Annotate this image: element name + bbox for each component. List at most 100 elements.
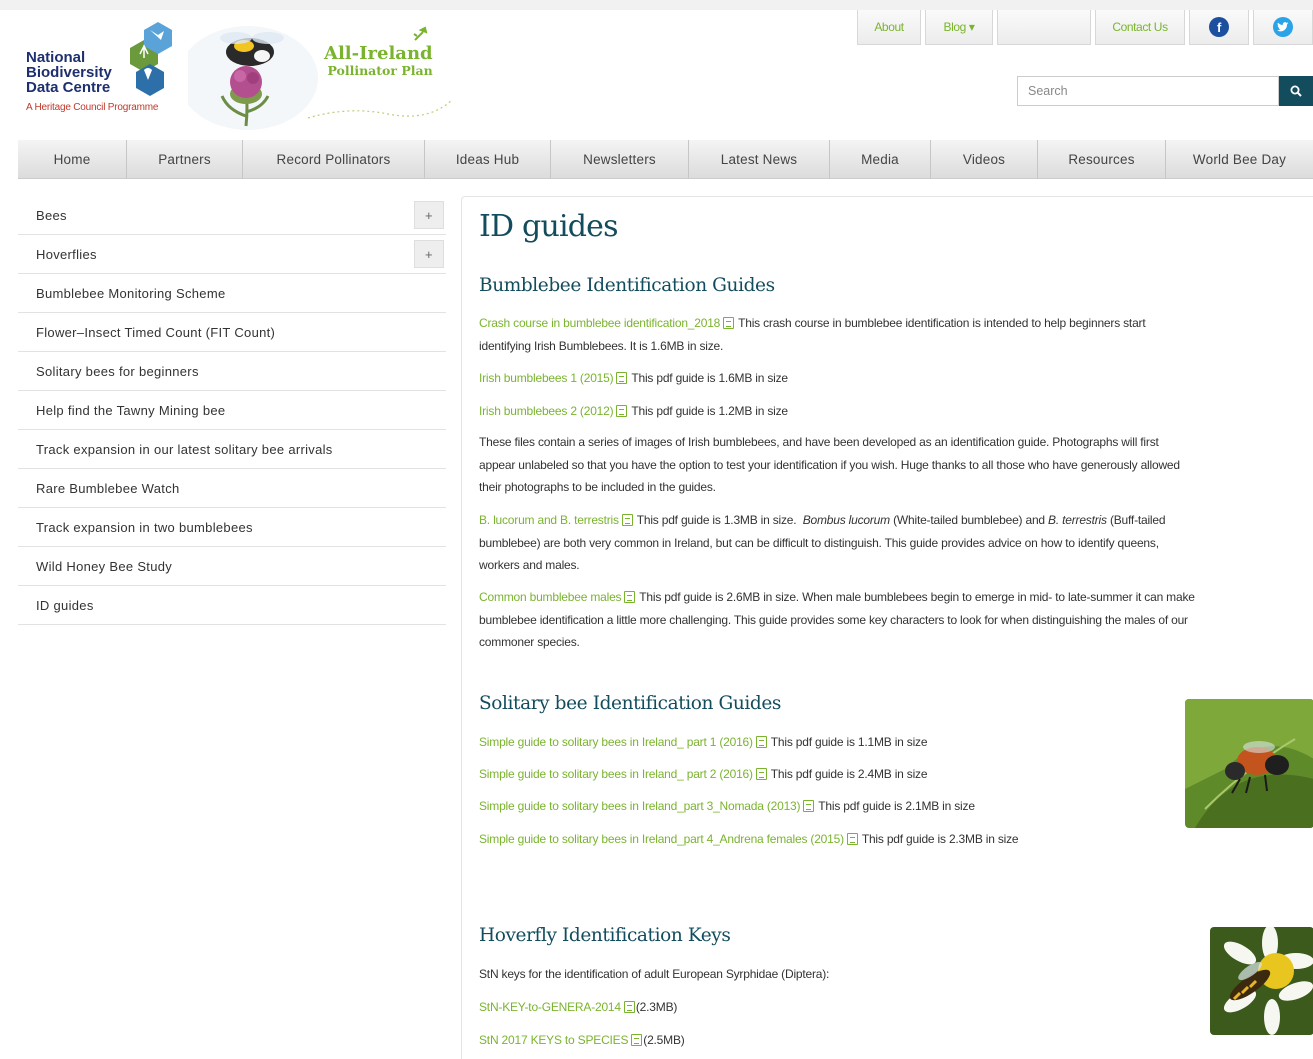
crash-course-link[interactable]: Crash course in bumblebee identification…	[479, 316, 720, 330]
solitary-guide-link[interactable]: Simple guide to solitary bees in Ireland…	[479, 767, 753, 781]
pdf-icon	[723, 317, 735, 329]
sidebar-item-two-bumblebees[interactable]: Track expansion in two bumblebees	[18, 508, 446, 547]
nav-record-pollinators[interactable]: Record Pollinators	[243, 140, 425, 179]
main-content: ID guides Bumblebee Identification Guide…	[461, 196, 1313, 1059]
hoverfly-on-daisy-photo	[1210, 927, 1313, 1035]
solitary-guide-link[interactable]: Simple guide to solitary bees in Ireland…	[479, 799, 801, 813]
sidebar-item-solitary-bees[interactable]: Solitary bees for beginners	[18, 352, 446, 391]
sidebar-item-label: Solitary bees for beginners	[36, 363, 199, 379]
irish-bumblebees-1-link[interactable]: Irish bumblebees 1 (2015)	[479, 371, 614, 385]
nav-media[interactable]: Media	[830, 140, 931, 179]
page-top-band	[0, 0, 1313, 10]
pollinator-logo-line-1: All-Ireland	[324, 43, 433, 64]
solitary-guide-link[interactable]: Simple guide to solitary bees in Ireland…	[479, 735, 753, 749]
site-logo[interactable]: National Biodiversity Data Centre A Heri…	[18, 16, 458, 140]
pdf-icon	[755, 768, 767, 780]
nav-latest-news[interactable]: Latest News	[689, 140, 830, 179]
search-input[interactable]	[1017, 76, 1279, 106]
irish-bumblebees-2-paragraph: Irish bumblebees 2 (2012) This pdf guide…	[479, 400, 788, 423]
expand-button[interactable]: +	[414, 201, 444, 229]
size-text: This pdf guide is 2.4MB in size	[770, 767, 928, 781]
lucorum-text-b: (White-tailed bumblebee) and	[893, 513, 1045, 527]
sidebar-item-tawny-mining-bee[interactable]: Help find the Tawny Mining bee	[18, 391, 446, 430]
lucorum-text-c: (Buff-tailed	[1109, 513, 1166, 527]
search-button[interactable]	[1279, 76, 1313, 106]
main-navigation: Home Partners Record Pollinators Ideas H…	[18, 140, 1313, 179]
facebook-button[interactable]: f	[1189, 10, 1249, 45]
species-name: Bombus lucorum	[802, 513, 890, 527]
pollinator-logo-line-2: Pollinator Plan	[327, 63, 433, 78]
blog-dropdown[interactable]: Blog ▾	[925, 10, 993, 45]
hoverfly-key-2: StN 2017 KEYS to SPECIES (2.5MB)	[479, 1029, 685, 1052]
pdf-icon	[616, 405, 628, 417]
solitary-guides-heading: Solitary bee Identification Guides	[479, 693, 782, 714]
twitter-button[interactable]	[1253, 10, 1313, 45]
males-text-1: This pdf guide is 2.6MB in size. When ma…	[639, 590, 1195, 604]
size-text: This pdf guide is 1.6MB in size	[631, 371, 788, 385]
nav-home[interactable]: Home	[18, 140, 127, 179]
nav-videos[interactable]: Videos	[931, 140, 1038, 179]
site-search	[1017, 76, 1313, 106]
pdf-icon	[846, 833, 858, 845]
all-ireland-pollinator-plan-logo: All-Ireland Pollinator Plan	[324, 44, 433, 78]
pdf-icon	[621, 514, 633, 526]
mailing-list-link[interactable]	[997, 10, 1091, 45]
sidebar-item-label: Rare Bumblebee Watch	[36, 480, 180, 496]
pdf-icon	[623, 1001, 635, 1013]
sidebar-item-fit-count[interactable]: Flower–Insect Timed Count (FIT Count)	[18, 313, 446, 352]
contact-us-link[interactable]: Contact Us	[1095, 10, 1185, 45]
logo-line-3: Data Centre	[26, 79, 111, 96]
sidebar-item-wild-honey-bee[interactable]: Wild Honey Bee Study	[18, 547, 446, 586]
files-text-1: These files contain a series of images o…	[479, 435, 1159, 449]
sidebar-item-hoverflies[interactable]: Hoverflies +	[18, 235, 446, 274]
hoverfly-key-1: StN-KEY-to-GENERA-2014 (2.3MB)	[479, 996, 677, 1019]
hoverfly-key-link[interactable]: StN-KEY-to-GENERA-2014	[479, 1000, 621, 1014]
solitary-guide-4: Simple guide to solitary bees in Ireland…	[479, 828, 1019, 851]
sidebar-item-label: Hoverflies	[36, 246, 97, 262]
size-text: This pdf guide is 2.1MB in size	[818, 799, 975, 813]
males-text-3: commoner species.	[479, 635, 580, 649]
nav-newsletters[interactable]: Newsletters	[551, 140, 689, 179]
lucorum-text-2: bumblebee) are both very common in Irela…	[479, 535, 1159, 550]
sidebar-item-label: ID guides	[36, 597, 94, 613]
expand-button[interactable]: +	[414, 240, 444, 268]
common-males-link[interactable]: Common bumblebee males	[479, 590, 622, 604]
files-text-3: their photographs to be included in the …	[479, 480, 716, 494]
sidebar-item-label: Bees	[36, 207, 67, 223]
nav-partners[interactable]: Partners	[127, 140, 243, 179]
crash-course-text: This crash course in bumblebee identific…	[738, 316, 1146, 330]
size-text: (2.5MB)	[643, 1033, 685, 1047]
common-males-paragraph: Common bumblebee males This pdf guide is…	[479, 586, 1195, 654]
sidebar-item-label: Track expansion in two bumblebees	[36, 519, 253, 535]
nav-resources[interactable]: Resources	[1038, 140, 1166, 179]
about-link[interactable]: About	[857, 10, 921, 45]
nav-ideas-hub[interactable]: Ideas Hub	[425, 140, 551, 179]
size-text: This pdf guide is 1.1MB in size	[770, 735, 928, 749]
lucorum-text-3: workers and males.	[479, 558, 580, 572]
size-text: (2.3MB)	[635, 1000, 678, 1014]
solitary-guide-link[interactable]: Simple guide to solitary bees in Ireland…	[479, 832, 844, 846]
pdf-icon	[624, 591, 636, 603]
bee-mini-icon	[413, 26, 428, 41]
files-text-2: appear unlabeled so that you have the op…	[479, 457, 1180, 472]
logo-wordmark: National Biodiversity Data Centre	[26, 50, 112, 95]
sidebar-item-solitary-arrivals[interactable]: Track expansion in our latest solitary b…	[18, 430, 446, 469]
species-name: B. terrestris	[1048, 513, 1107, 527]
males-text-2: bumblebee identification a little more c…	[479, 612, 1188, 627]
sidebar-item-rare-bumblebee-watch[interactable]: Rare Bumblebee Watch	[18, 469, 446, 508]
twitter-icon	[1273, 17, 1293, 37]
facebook-icon: f	[1209, 17, 1229, 37]
sidebar-item-id-guides[interactable]: ID guides	[18, 586, 446, 625]
solitary-guide-1: Simple guide to solitary bees in Ireland…	[479, 731, 928, 754]
irish-bumblebees-2-link[interactable]: Irish bumblebees 2 (2012)	[479, 404, 614, 418]
nav-world-bee-day[interactable]: World Bee Day	[1166, 140, 1313, 179]
sidebar-item-label: Help find the Tawny Mining bee	[36, 402, 226, 418]
hoverfly-key-link[interactable]: StN 2017 KEYS to SPECIES	[479, 1033, 628, 1047]
lucorum-terrestris-link[interactable]: B. lucorum and B. terrestris	[479, 513, 619, 527]
dotted-flight-path-icon	[307, 99, 453, 119]
size-text: This pdf guide is 1.2MB in size	[631, 404, 788, 418]
crash-course-text-2: identifying Irish Bumblebees. It is 1.6M…	[479, 338, 724, 353]
sidebar-item-bees[interactable]: Bees +	[18, 196, 446, 235]
pdf-icon	[631, 1034, 643, 1046]
sidebar-item-bumblebee-monitoring[interactable]: Bumblebee Monitoring Scheme	[18, 274, 446, 313]
